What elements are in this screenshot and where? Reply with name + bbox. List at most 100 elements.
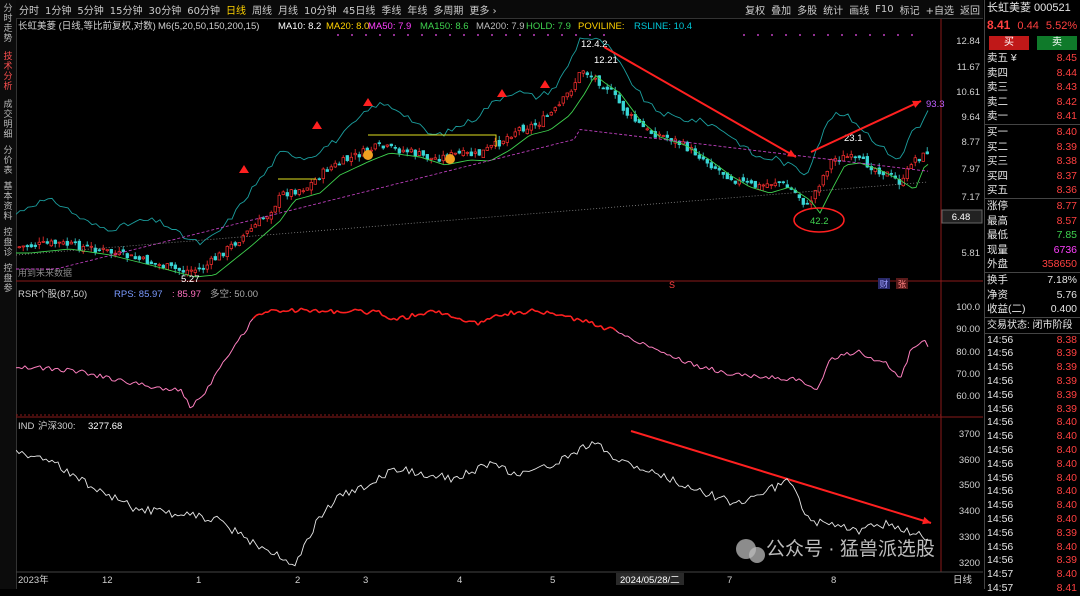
rsr-line-segment	[262, 312, 265, 314]
rsr-line-segment	[631, 339, 634, 342]
period-14[interactable]: 更多 ›	[469, 2, 496, 17]
buy-button[interactable]: 买	[989, 36, 1029, 50]
period-9[interactable]: 10分钟	[304, 2, 337, 17]
rsr-line-segment	[685, 362, 688, 364]
rsr-line-segment	[553, 313, 556, 315]
toolbar-action-7[interactable]: +自选	[926, 2, 954, 17]
toolbar-action-6[interactable]: 标记	[900, 2, 920, 17]
main-header: 长虹美菱 (日线,等比前复权,对数)	[18, 20, 156, 32]
signal-dot	[379, 34, 381, 36]
rsr-line-segment	[655, 349, 658, 350]
rsr-line-segment	[802, 381, 805, 384]
rsr-ytick-3: 70.00	[956, 369, 980, 380]
rsr-line-segment	[292, 308, 295, 312]
rsr-line-segment	[814, 389, 817, 390]
rsr-line-segment	[538, 311, 541, 313]
bid-row-3: 买四8.37	[985, 169, 1080, 184]
rsr-line-segment	[904, 362, 907, 367]
signal-dot	[463, 34, 465, 36]
rsr-line-segment	[478, 321, 481, 325]
rsr-line-segment	[22, 366, 25, 369]
period-8[interactable]: 月线	[278, 2, 298, 17]
kline-chart-svg[interactable]: 长虹美菱 (日线,等比前复权,对数)M6(5,20,50,150,200,15)…	[16, 19, 983, 589]
period-7[interactable]: 周线	[252, 2, 272, 17]
rsr-line-segment	[130, 383, 133, 385]
rsr-line-segment	[337, 311, 340, 313]
tick-row: 14:568.40	[985, 499, 1080, 513]
tick-row: 14:578.40	[985, 568, 1080, 582]
stats-list: 涨停8.77最高8.57最低7.85现量6736外盘358650	[985, 199, 1080, 272]
rsr-line-segment	[442, 314, 445, 315]
ask-row-2: 卖三8.43	[985, 80, 1080, 95]
signal-dot	[897, 34, 899, 36]
left-tab-5[interactable]: 控盘诊	[1, 228, 15, 258]
period-13[interactable]: 多周期	[433, 2, 463, 17]
sell-button[interactable]: 卖	[1037, 36, 1077, 50]
rsr-line-segment	[382, 315, 385, 316]
signal-dot	[547, 34, 549, 36]
main-ytick-5: 7.97	[962, 164, 981, 175]
tick-row: 14:568.39	[985, 347, 1080, 361]
rsr-line-segment	[694, 364, 697, 366]
period-0[interactable]: 分时	[19, 2, 39, 17]
rsr-line-segment	[31, 368, 34, 369]
x-axis-period: 日线	[953, 574, 973, 586]
period-6[interactable]: 日线	[226, 2, 246, 17]
signal-dot	[785, 34, 787, 36]
period-2[interactable]: 5分钟	[77, 2, 103, 17]
period-11[interactable]: 季线	[381, 2, 401, 17]
period-4[interactable]: 30分钟	[148, 2, 181, 17]
rsr-line-segment	[844, 352, 847, 355]
rsr-line-segment	[448, 314, 451, 317]
x-label-4: 3	[363, 575, 368, 586]
rsr-line-segment	[658, 350, 661, 352]
left-tab-0[interactable]: 分时走势	[1, 4, 15, 44]
left-tab-2[interactable]: 成交明细	[1, 100, 15, 140]
rsr-line-segment	[25, 366, 28, 369]
toolbar-action-1[interactable]: 叠加	[771, 2, 791, 17]
toolbar-action-2[interactable]: 多股	[797, 2, 817, 17]
rsr-ytick-4: 60.00	[956, 391, 980, 402]
toolbar-action-3[interactable]: 统计	[823, 2, 843, 17]
rsr-line-segment	[715, 372, 718, 373]
rsr-line-segment	[85, 372, 88, 376]
rsr-line-segment	[526, 311, 529, 313]
toolbar-action-0[interactable]: 复权	[745, 2, 765, 17]
signal-dot	[393, 34, 395, 36]
rsr-line-segment	[703, 367, 706, 369]
rsr-line-segment	[709, 367, 712, 370]
rsr-line-segment	[145, 386, 148, 387]
toolbar-action-5[interactable]: F10	[875, 4, 893, 15]
signal-dot	[351, 34, 353, 36]
rsr-line-segment	[712, 367, 715, 372]
rsr-line-segment	[745, 374, 748, 376]
tick-list[interactable]: 14:568.3814:568.3914:568.3914:568.3914:5…	[985, 334, 1080, 596]
rsr-line-segment	[634, 341, 637, 343]
hold-signal-marker	[363, 150, 373, 160]
toolbar-action-4[interactable]: 画线	[849, 2, 869, 17]
period-10[interactable]: 45日线	[343, 2, 376, 17]
period-5[interactable]: 60分钟	[187, 2, 220, 17]
left-tab-3[interactable]: 分价表	[1, 146, 15, 176]
left-tab-1[interactable]: 技术分析	[1, 52, 15, 92]
period-3[interactable]: 15分钟	[110, 2, 143, 17]
rsr-line-segment	[427, 310, 430, 311]
main-ytick-8: 5.81	[962, 248, 981, 259]
period-12[interactable]: 年线	[407, 2, 427, 17]
rsr-line-segment	[820, 377, 823, 383]
left-tab-4[interactable]: 基本资料	[1, 182, 15, 222]
rsr-line-segment	[187, 400, 190, 408]
chart-area[interactable]: 长虹美菱 (日线,等比前复权,对数)M6(5,20,50,150,200,15)…	[16, 19, 983, 589]
rsr-line-segment	[613, 328, 616, 330]
rsr-line-segment	[175, 388, 178, 391]
toolbar-action-8[interactable]: 返回	[960, 2, 980, 17]
rsr-line-segment	[865, 357, 868, 358]
rsr-line-segment	[136, 382, 139, 385]
rsr-line-segment	[493, 315, 496, 317]
rsr-line-segment	[592, 321, 595, 326]
tick-row: 14:568.39	[985, 554, 1080, 568]
buy-signal-marker	[540, 80, 550, 88]
rsr-line-segment	[697, 364, 700, 368]
period-1[interactable]: 1分钟	[45, 2, 71, 17]
left-tab-6[interactable]: 控盘参	[1, 264, 15, 294]
